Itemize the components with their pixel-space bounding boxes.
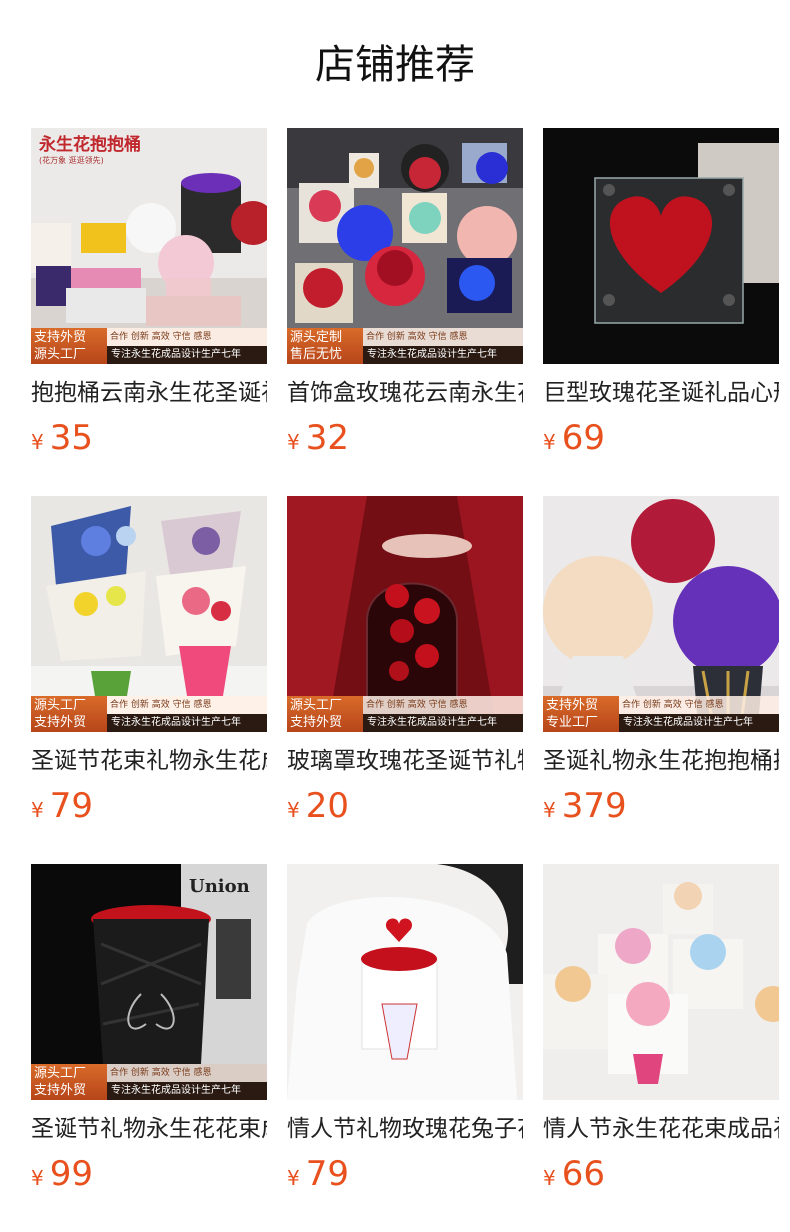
promo-tags: 支持外贸 专业工厂 (543, 696, 619, 732)
product-price: ¥99 (31, 1154, 93, 1194)
price-value: 69 (561, 418, 605, 458)
promo-tagline: 专注永生花成品设计生产七年 (363, 346, 523, 364)
currency-symbol: ¥ (287, 430, 300, 454)
currency-symbol: ¥ (543, 798, 556, 822)
currency-symbol: ¥ (287, 1166, 300, 1190)
promo-tag: 源头工厂 (34, 347, 87, 362)
price-value: 379 (561, 786, 627, 826)
price-value: 66 (561, 1154, 605, 1194)
promo-tags: 源头工厂 支持外贸 (31, 1064, 107, 1100)
product-name[interactable]: 玻璃罩玫瑰花圣诞节礼物 (287, 744, 523, 778)
price-value: 35 (49, 418, 93, 458)
promo-tag: 源头工厂 (34, 698, 87, 713)
product-name[interactable]: 巨型玫瑰花圣诞礼品心形摆件 (543, 376, 779, 410)
product-image[interactable] (543, 864, 779, 1100)
product-card[interactable]: 源头工厂 支持外贸 合作 创新 高效 守信 感恩 专注永生花成品设计生产七年 玻… (287, 496, 523, 826)
promo-tag: 支持外贸 (34, 715, 87, 730)
promo-slogan: 合作 创新 高效 守信 感恩 (107, 328, 267, 346)
promo-tag: 源头工厂 (290, 698, 343, 713)
promo-tagline: 专注永生花成品设计生产七年 (107, 346, 267, 364)
product-image[interactable] (543, 128, 779, 364)
promo-tagline: 专注永生花成品设计生产七年 (107, 714, 267, 732)
product-price: ¥379 (543, 786, 627, 826)
promo-slogan: 合作 创新 高效 守信 感恩 (107, 1064, 267, 1082)
product-name[interactable]: 情人节永生花花束成品礼物 (543, 1112, 779, 1146)
promo-banner: 支持外贸 专业工厂 合作 创新 高效 守信 感恩 专注永生花成品设计生产七年 (543, 696, 779, 732)
product-price: ¥20 (287, 786, 349, 826)
promo-banner: 源头工厂 支持外贸 合作 创新 高效 守信 感恩 专注永生花成品设计生产七年 (287, 696, 523, 732)
promo-tag: 源头工厂 (34, 1066, 87, 1081)
promo-tags: 源头工厂 支持外贸 (31, 696, 107, 732)
promo-tags: 支持外贸 源头工厂 (31, 328, 107, 364)
product-name[interactable]: 圣诞礼物永生花抱抱桶摆件 (543, 744, 779, 778)
promo-tag: 专业工厂 (546, 715, 599, 730)
product-card[interactable]: 情人节礼物玫瑰花兔子花束 ¥79 (287, 864, 523, 1194)
product-name[interactable]: 圣诞节花束礼物永生花成品 (31, 744, 267, 778)
promo-banner: 源头定制 售后无忧 合作 创新 高效 守信 感恩 专注永生花成品设计生产七年 (287, 328, 523, 364)
product-card[interactable]: 永生花抱抱桶 (花万象 逛逛领先) 支持外贸 源头工厂 合作 创新 高效 守信 … (31, 128, 267, 458)
promo-tag: 支持外贸 (34, 330, 87, 345)
currency-symbol: ¥ (543, 430, 556, 454)
product-card[interactable]: 支持外贸 专业工厂 合作 创新 高效 守信 感恩 专注永生花成品设计生产七年 圣… (543, 496, 779, 826)
price-value: 79 (49, 786, 93, 826)
product-price: ¥79 (287, 1154, 349, 1194)
promo-tag: 支持外贸 (34, 1083, 87, 1098)
price-value: 32 (305, 418, 349, 458)
price-value: 20 (305, 786, 349, 826)
product-image[interactable]: 源头工厂 支持外贸 合作 创新 高效 守信 感恩 专注永生花成品设计生产七年 (31, 496, 267, 732)
product-card[interactable]: Union 源头工厂 支持外贸 合作 创新 高效 守信 感恩 专注永生花成品设计… (31, 864, 267, 1194)
product-image[interactable]: 永生花抱抱桶 (花万象 逛逛领先) 支持外贸 源头工厂 合作 创新 高效 守信 … (31, 128, 267, 364)
promo-tag: 支持外贸 (290, 715, 343, 730)
promo-slogan: 合作 创新 高效 守信 感恩 (107, 696, 267, 714)
product-image[interactable]: 源头定制 售后无忧 合作 创新 高效 守信 感恩 专注永生花成品设计生产七年 (287, 128, 523, 364)
product-name[interactable]: 抱抱桶云南永生花圣诞礼物 (31, 376, 267, 410)
product-photo (543, 128, 779, 364)
promo-slogan: 合作 创新 高效 守信 感恩 (363, 696, 523, 714)
product-name[interactable]: 首饰盒玫瑰花云南永生花礼盒 (287, 376, 523, 410)
promo-banner: 支持外贸 源头工厂 合作 创新 高效 守信 感恩 专注永生花成品设计生产七年 (31, 328, 267, 364)
promo-slogan: 合作 创新 高效 守信 感恩 (619, 696, 779, 714)
product-price: ¥69 (543, 418, 605, 458)
product-card[interactable]: 巨型玫瑰花圣诞礼品心形摆件 ¥69 (543, 128, 779, 458)
product-card[interactable]: 源头工厂 支持外贸 合作 创新 高效 守信 感恩 专注永生花成品设计生产七年 圣… (31, 496, 267, 826)
promo-tags: 源头定制 售后无忧 (287, 328, 363, 364)
promo-banner: 源头工厂 支持外贸 合作 创新 高效 守信 感恩 专注永生花成品设计生产七年 (31, 696, 267, 732)
brand-overlay-text: 永生花抱抱桶 (39, 135, 141, 155)
promo-tag: 售后无忧 (290, 347, 343, 362)
promo-tag: 源头定制 (290, 330, 343, 345)
product-price: ¥32 (287, 418, 349, 458)
section-title: 店铺推荐 (315, 42, 475, 88)
promo-tagline: 专注永生花成品设计生产七年 (107, 1082, 267, 1100)
product-price: ¥66 (543, 1154, 605, 1194)
currency-symbol: ¥ (31, 1166, 44, 1190)
product-image[interactable]: Union 源头工厂 支持外贸 合作 创新 高效 守信 感恩 专注永生花成品设计… (31, 864, 267, 1100)
price-value: 99 (49, 1154, 93, 1194)
product-photo (543, 864, 779, 1100)
promo-slogan: 合作 创新 高效 守信 感恩 (363, 328, 523, 346)
product-image[interactable] (287, 864, 523, 1100)
price-value: 79 (305, 1154, 349, 1194)
brand-overlay-subtext: (花万象 逛逛领先) (39, 156, 104, 165)
product-image[interactable]: 支持外贸 专业工厂 合作 创新 高效 守信 感恩 专注永生花成品设计生产七年 (543, 496, 779, 732)
product-price: ¥79 (31, 786, 93, 826)
product-photo (287, 864, 523, 1100)
brand-overlay-text: Union (189, 876, 250, 897)
product-name[interactable]: 情人节礼物玫瑰花兔子花束 (287, 1112, 523, 1146)
product-image[interactable]: 源头工厂 支持外贸 合作 创新 高效 守信 感恩 专注永生花成品设计生产七年 (287, 496, 523, 732)
promo-tagline: 专注永生花成品设计生产七年 (363, 714, 523, 732)
promo-banner: 源头工厂 支持外贸 合作 创新 高效 守信 感恩 专注永生花成品设计生产七年 (31, 1064, 267, 1100)
product-card[interactable]: 情人节永生花花束成品礼物 ¥66 (543, 864, 779, 1194)
currency-symbol: ¥ (287, 798, 300, 822)
currency-symbol: ¥ (31, 430, 44, 454)
product-name[interactable]: 圣诞节礼物永生花花束成品 (31, 1112, 267, 1146)
promo-tag: 支持外贸 (546, 698, 599, 713)
product-card[interactable]: 源头定制 售后无忧 合作 创新 高效 守信 感恩 专注永生花成品设计生产七年 首… (287, 128, 523, 458)
promo-tagline: 专注永生花成品设计生产七年 (619, 714, 779, 732)
product-price: ¥35 (31, 418, 93, 458)
promo-tags: 源头工厂 支持外贸 (287, 696, 363, 732)
currency-symbol: ¥ (543, 1166, 556, 1190)
currency-symbol: ¥ (31, 798, 44, 822)
